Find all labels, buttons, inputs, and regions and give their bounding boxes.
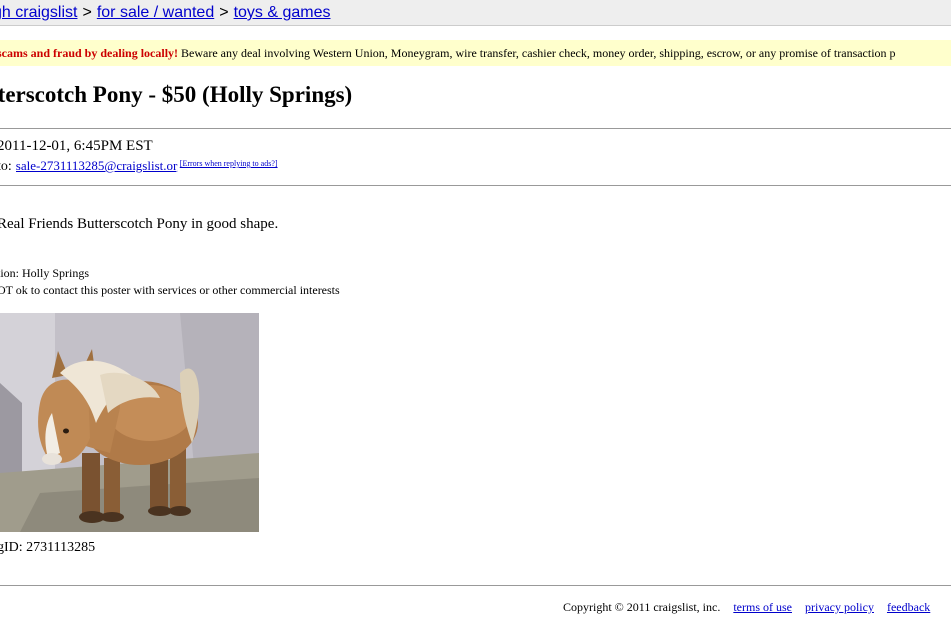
posting-id: gID: 2731113285 xyxy=(0,540,96,555)
feedback-link[interactable]: feedback xyxy=(887,600,930,614)
reply-line: to: sale-2731113285@craigslist.org[Errors… xyxy=(0,159,278,176)
terms-of-use-link[interactable]: terms of use xyxy=(733,600,792,614)
posting-location: tion: Holly Springs xyxy=(0,266,90,280)
posting-title: tterscotch Pony - $50 (Holly Springs) xyxy=(0,82,353,107)
fraud-warning-banner: scams and fraud by dealing locally! Bewa… xyxy=(0,40,951,66)
reply-label: to: xyxy=(0,159,12,174)
errors-replying-link[interactable]: [Errors when replying to ads?] xyxy=(180,159,278,168)
pony-photo[interactable] xyxy=(0,313,259,532)
divider xyxy=(0,585,951,586)
breadcrumb-separator: > xyxy=(82,4,92,21)
fraud-warning-text: Beware any deal involving Western Union,… xyxy=(181,46,896,60)
footer: Copyright © 2011 craigslist, inc. terms … xyxy=(563,600,930,615)
fraud-warning-strong: scams and fraud by dealing locally! xyxy=(0,46,179,60)
breadcrumb: gh craigslist > for sale / wanted > toys & g… xyxy=(0,0,951,26)
posting-body: Real Friends Butterscotch Pony in good s… xyxy=(0,216,279,232)
copyright-text: Copyright © 2011 craigslist, inc. xyxy=(563,600,721,614)
contact-notice: OT ok to contact this poster with servic… xyxy=(0,283,340,297)
divider xyxy=(0,185,951,186)
breadcrumb-category-link[interactable]: toys & games xyxy=(234,4,331,21)
privacy-policy-link[interactable]: privacy policy xyxy=(805,600,874,614)
breadcrumb-site-link[interactable]: gh craigslist xyxy=(0,4,77,21)
reply-email-link[interactable]: sale-2731113285@craigslist.org xyxy=(16,159,178,173)
breadcrumb-separator: > xyxy=(219,4,229,21)
posting-date: 2011-12-01, 6:45PM EST xyxy=(0,138,153,154)
divider xyxy=(0,128,951,129)
breadcrumb-section-link[interactable]: for sale / wanted xyxy=(97,4,214,21)
pony-photo-image xyxy=(0,313,259,532)
